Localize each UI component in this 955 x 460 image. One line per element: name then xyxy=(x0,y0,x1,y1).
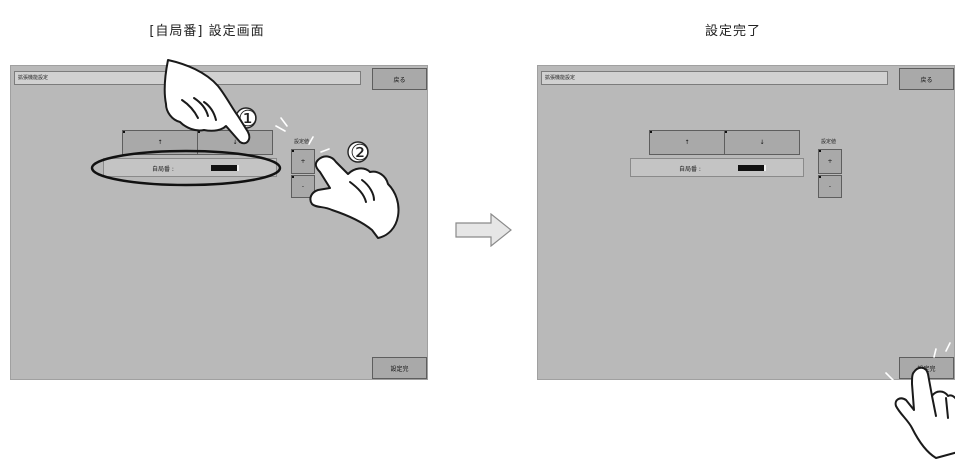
tap-sparks-icon xyxy=(185,117,951,381)
highlight-ellipse xyxy=(90,149,282,187)
pointing-hand-icon xyxy=(309,155,400,239)
pointing-hand-icon xyxy=(163,59,251,145)
annotation-overlay: ① ② xyxy=(90,59,955,459)
step-2-label: ② xyxy=(350,141,370,166)
pointing-hand-icon xyxy=(894,366,955,459)
